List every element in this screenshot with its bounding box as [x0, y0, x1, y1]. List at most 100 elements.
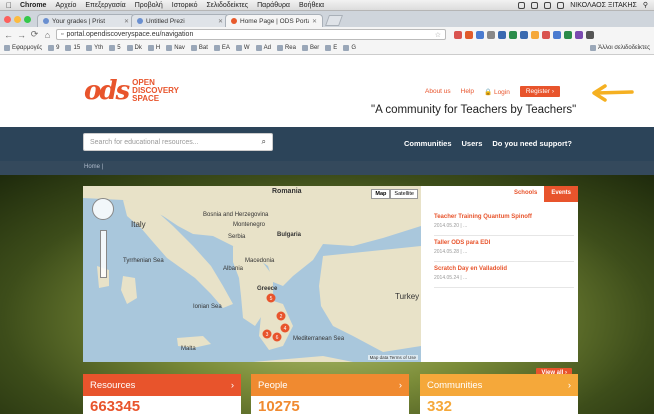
tab-events[interactable]: Events [544, 186, 578, 202]
extension-icon[interactable] [575, 30, 583, 39]
nav-communities[interactable]: Communities [404, 139, 452, 148]
bookmark-item[interactable]: E [325, 45, 337, 51]
menu-file[interactable]: Αρχείο [55, 2, 76, 9]
bookmark-star-icon[interactable]: ☆ [435, 31, 441, 39]
map-marker-icon[interactable]: 4 [280, 323, 290, 333]
list-item[interactable]: Taller ODS para EDI 2014.05.28 | ... [434, 236, 574, 262]
bookmark-item[interactable]: W [235, 45, 250, 51]
list-item[interactable]: Teacher Training Quantum Spinoff 2014.05… [434, 210, 574, 236]
bookmark-icon [65, 45, 72, 51]
new-tab-button[interactable] [324, 15, 344, 26]
stat-card-resources[interactable]: Resources › 663345 [83, 374, 241, 414]
battery-icon[interactable] [557, 1, 565, 9]
map-marker-icon[interactable]: 5 [266, 293, 276, 303]
map-marker-icon[interactable]: 2 [276, 311, 286, 321]
extension-icon[interactable] [454, 30, 462, 39]
search-icon[interactable]: ⌕ [262, 137, 266, 147]
menu-window[interactable]: Παράθυρα [257, 2, 290, 9]
extension-icon[interactable] [531, 30, 539, 39]
tab-close-icon[interactable]: ✕ [218, 18, 223, 25]
extension-icon[interactable] [487, 30, 495, 39]
map-pan-control[interactable] [92, 198, 114, 220]
bookmark-icon [109, 45, 116, 51]
extension-icon[interactable] [542, 30, 550, 39]
event-title[interactable]: Teacher Training Quantum Spinoff [434, 214, 574, 220]
help-link[interactable]: Help [461, 88, 474, 95]
extension-icon[interactable] [520, 30, 528, 39]
map-type-map-button[interactable]: Map [371, 189, 391, 199]
map-marker-icon[interactable]: 3 [262, 329, 272, 339]
web-page: ods OPEN DISCOVERY SPACE About us Help 🔒… [0, 56, 654, 414]
menu-icon[interactable] [586, 30, 594, 39]
bookmark-item[interactable]: Nav [166, 45, 185, 51]
map-footer[interactable]: Map data Terms of Use [367, 355, 418, 360]
tab-close-icon[interactable]: ✕ [312, 18, 317, 25]
europe-map[interactable]: Romania Bosnia and Herzegovina Serbia It… [83, 186, 421, 362]
register-button[interactable]: Register › [519, 86, 561, 97]
bookmark-item[interactable]: 5 [109, 45, 121, 51]
volume-icon[interactable] [544, 1, 552, 9]
bookmark-item[interactable]: Ad [255, 45, 271, 51]
bookmark-item[interactable]: Ber [301, 45, 319, 51]
minimize-window-icon[interactable] [14, 15, 21, 23]
menu-bookmarks[interactable]: Σελιδοδείκτες [206, 2, 248, 9]
home-icon[interactable]: ⌂ [43, 30, 52, 40]
bookmark-item[interactable]: H [147, 45, 160, 51]
bookmark-item[interactable]: G [343, 45, 356, 51]
wifi-icon[interactable] [531, 1, 539, 9]
map-type-satellite-button[interactable]: Satellite [390, 189, 418, 199]
tab-close-icon[interactable]: ✕ [124, 18, 129, 25]
bookmark-item[interactable]: 15 [65, 45, 80, 51]
browser-tab[interactable]: Untitled Prezi ✕ [131, 14, 229, 27]
menu-app-name[interactable]: Chrome [20, 2, 46, 9]
menu-view[interactable]: Προβολή [135, 2, 163, 9]
forward-icon[interactable]: → [17, 30, 26, 40]
extension-icon[interactable] [498, 30, 506, 39]
extension-icon[interactable] [564, 30, 572, 39]
close-window-icon[interactable] [4, 15, 11, 23]
reload-icon[interactable]: ⟳ [30, 29, 39, 40]
bookmark-apps[interactable]: Εφαρμογές [4, 45, 42, 51]
map-zoom-slider[interactable] [100, 230, 107, 278]
extension-icon[interactable] [476, 30, 484, 39]
login-link[interactable]: 🔒 Login [484, 88, 510, 96]
menu-edit[interactable]: Επεξεργασία [85, 2, 125, 9]
extension-icon[interactable] [553, 30, 561, 39]
bookmark-item[interactable]: Yth [86, 45, 103, 51]
bookmark-item[interactable]: 9 [48, 45, 59, 51]
browser-tab[interactable]: Your grades | Prist ✕ [37, 14, 135, 27]
nav-support[interactable]: Do you need support? [492, 139, 572, 148]
extension-icon[interactable] [465, 30, 473, 39]
bookmark-item[interactable]: EA [213, 45, 230, 51]
browser-tab-active[interactable]: Home Page | ODS Portal ✕ [225, 14, 323, 27]
resource-search-input[interactable]: Search for educational resources... ⌕ [83, 133, 273, 151]
menu-history[interactable]: Ιστορικό [172, 2, 198, 9]
site-logo[interactable]: ods OPEN DISCOVERY SPACE [84, 76, 179, 106]
maximize-window-icon[interactable] [24, 15, 31, 23]
about-us-link[interactable]: About us [425, 88, 451, 95]
bookmark-item[interactable]: Dk [126, 45, 142, 51]
bookmark-item[interactable]: Rea [276, 45, 296, 51]
address-bar[interactable]: ▫ portal.opendiscoveryspace.eu/navigatio… [56, 29, 446, 40]
other-bookmarks[interactable]: Άλλοι σελιδοδείκτες [590, 45, 650, 51]
bookmark-item[interactable]: Bat [190, 45, 208, 51]
events-panel: Schools Events Teacher Training Quantum … [421, 186, 578, 378]
event-title[interactable]: Scratch Day en Valladolid [434, 266, 574, 272]
tab-schools[interactable]: Schools [507, 186, 544, 202]
stat-card-communities[interactable]: Communities › 332 [420, 374, 578, 414]
apple-icon[interactable]:  [6, 1, 12, 10]
menu-user-name[interactable]: ΝΙΚΟΛΑΟΣ ΞΙΤΑΚΗΣ [570, 2, 637, 9]
bookmark-icon [126, 45, 133, 51]
search-icon[interactable]: ⚲ [643, 1, 648, 9]
extension-icon[interactable] [509, 30, 517, 39]
status-icon[interactable] [518, 1, 526, 9]
event-title[interactable]: Taller ODS para EDI [434, 240, 574, 246]
back-icon[interactable]: ← [4, 30, 13, 40]
menu-help[interactable]: Βοήθεια [299, 2, 324, 9]
stat-card-people[interactable]: People › 10275 [251, 374, 409, 414]
top-links: About us Help 🔒 Login Register › [425, 86, 561, 97]
list-item[interactable]: Scratch Day en Valladolid 2014.05.24 | .… [434, 262, 574, 288]
breadcrumb[interactable]: Home | [84, 164, 103, 170]
map-marker-icon[interactable]: 6 [272, 332, 282, 342]
nav-users[interactable]: Users [462, 139, 483, 148]
